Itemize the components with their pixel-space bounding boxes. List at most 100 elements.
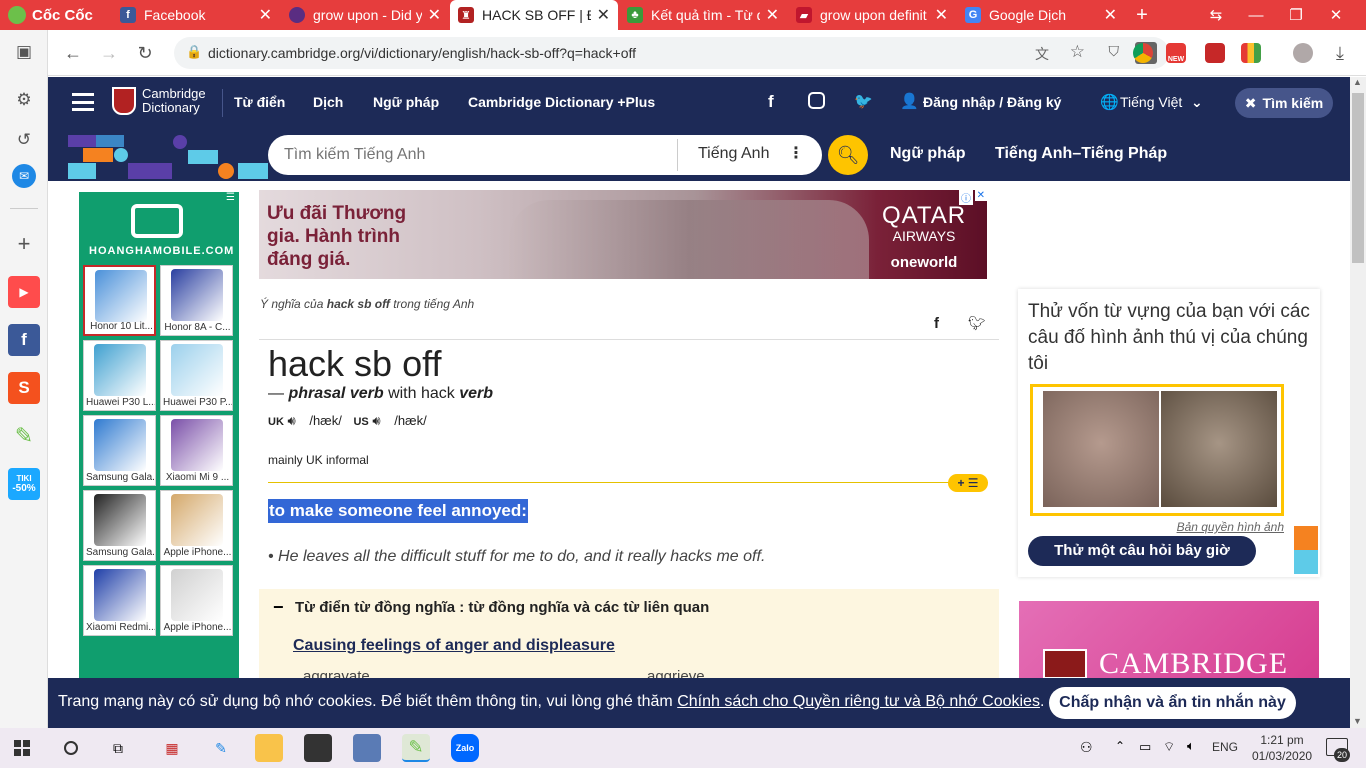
- scroll-thumb[interactable]: [1352, 93, 1364, 263]
- tab-list-icon[interactable]: ⇆: [1196, 0, 1236, 30]
- facebook-icon[interactable]: f: [8, 324, 40, 356]
- instagram-icon[interactable]: [808, 92, 825, 109]
- ad-menu-icon[interactable]: ☰: [226, 192, 235, 203]
- thesaurus-word[interactable]: aggrieve: [647, 668, 705, 678]
- close-icon[interactable]: ✕: [1104, 5, 1117, 25]
- tab-grow-upon-def[interactable]: ▰ grow upon definit ✕: [788, 0, 956, 30]
- maximize-button[interactable]: ❐: [1276, 0, 1316, 30]
- app-icon[interactable]: ▦: [158, 734, 186, 762]
- thesaurus-word[interactable]: aggravate: [303, 668, 370, 678]
- chevron-down-icon[interactable]: ⌄: [1191, 94, 1203, 111]
- close-window-button[interactable]: ✕: [1316, 0, 1356, 30]
- language-select[interactable]: Tiếng Việt: [1120, 94, 1182, 110]
- tray-expand-icon[interactable]: ⌃: [1115, 739, 1125, 753]
- cookie-accept-button[interactable]: Chấp nhận và ẩn tin nhắn này: [1049, 687, 1296, 719]
- search-icon[interactable]: [57, 734, 85, 762]
- cookie-policy-link[interactable]: Chính sách cho Quyền riêng tư và Bộ nhớ …: [677, 693, 1040, 710]
- shopee-icon[interactable]: S: [8, 372, 40, 404]
- volume-icon[interactable]: 🔈︎: [1187, 738, 1195, 754]
- add-icon[interactable]: +: [8, 228, 40, 260]
- close-icon[interactable]: ✕: [428, 5, 441, 25]
- close-icon[interactable]: ✕: [259, 5, 272, 25]
- back-button[interactable]: ←: [58, 38, 88, 68]
- share-facebook-icon[interactable]: f: [934, 315, 939, 332]
- search-link-grammar[interactable]: Ngữ pháp: [890, 145, 966, 163]
- sidebar-panel-icon[interactable]: ▣: [8, 36, 40, 68]
- avatar[interactable]: [1293, 43, 1313, 63]
- phone-product[interactable]: Apple iPhone...: [160, 490, 233, 561]
- uk-audio-icon[interactable]: 🔊︎: [288, 413, 296, 428]
- file-explorer-icon[interactable]: [255, 734, 283, 762]
- tab-facebook[interactable]: f Facebook ✕: [112, 0, 280, 30]
- coccoc-taskbar-icon[interactable]: ✎: [402, 734, 430, 762]
- ad-close-icon[interactable]: ✕: [974, 190, 987, 201]
- twitter-icon[interactable]: 🐦: [854, 92, 873, 110]
- user-icon[interactable]: 👤: [900, 92, 919, 110]
- network-icon[interactable]: ⌔: [1163, 739, 1175, 755]
- downloads-button[interactable]: ⤓: [1325, 38, 1355, 68]
- nav-translate[interactable]: Dịch: [313, 94, 343, 110]
- close-icon[interactable]: ✕: [766, 5, 779, 25]
- bookmark-star-icon[interactable]: ☆: [1070, 42, 1085, 62]
- phone-product[interactable]: Xiaomi Redmi...: [83, 565, 156, 636]
- shield-icon[interactable]: ⛉: [1109, 43, 1120, 60]
- phone-ad[interactable]: HOANGHAMOBILE.COM ☰ Honor 10 Lit... Honor…: [79, 192, 239, 678]
- tab-grow-upon[interactable]: grow upon - Did y ✕: [281, 0, 449, 30]
- url-bar[interactable]: 🔒 dictionary.cambridge.org/vi/dictionary…: [174, 37, 1169, 69]
- people-icon[interactable]: ⚇: [1080, 739, 1093, 756]
- tiki-badge[interactable]: TIKI -50%: [8, 468, 40, 500]
- qatar-ad[interactable]: Ưu đãi Thương gia. Hành trình đáng giá. …: [259, 190, 987, 279]
- dictionary-select[interactable]: Tiếng Anh: [698, 145, 769, 163]
- windows-start-icon[interactable]: [8, 734, 36, 762]
- close-search-button[interactable]: ✖ Tìm kiếm: [1235, 88, 1333, 118]
- new-tab-button[interactable]: +: [1122, 0, 1162, 30]
- settings-icon[interactable]: ⚙: [8, 84, 40, 116]
- phone-product[interactable]: Honor 10 Lit...: [83, 265, 156, 336]
- snipping-icon[interactable]: [353, 734, 381, 762]
- cambridge-logo[interactable]: Cambridge Dictionary: [112, 87, 206, 115]
- minimize-button[interactable]: —: [1236, 0, 1276, 30]
- thesaurus-title[interactable]: Từ điển từ đồng nghĩa : từ đồng nghĩa và…: [295, 599, 709, 616]
- phone-product[interactable]: Huawei P30 P...: [160, 340, 233, 411]
- thesaurus-topic[interactable]: Causing feelings of anger and displeasur…: [293, 637, 615, 655]
- facebook-icon[interactable]: f: [768, 92, 774, 112]
- scroll-down-icon[interactable]: ▼: [1353, 716, 1362, 726]
- quiz-image-frame[interactable]: [1030, 384, 1284, 516]
- paint-icon[interactable]: ✎: [207, 734, 235, 762]
- expand-list-button[interactable]: + ☰: [948, 474, 988, 492]
- youtube-icon[interactable]: ▶: [8, 276, 40, 308]
- scroll-up-icon[interactable]: ▲: [1353, 77, 1362, 87]
- image-credit[interactable]: Bản quyền hình ảnh: [1177, 520, 1284, 534]
- task-view-icon[interactable]: ⧉: [104, 734, 132, 762]
- tab-ket-qua[interactable]: ♣ Kết quả tìm - Từ đ ✕: [619, 0, 787, 30]
- phone-product[interactable]: Samsung Gala...: [83, 415, 156, 486]
- close-icon[interactable]: ✕: [597, 5, 610, 25]
- tab-google-dich[interactable]: G Google Dịch ✕: [957, 0, 1125, 30]
- history-icon[interactable]: ↺: [8, 124, 40, 156]
- us-audio-icon[interactable]: 🔊︎: [372, 413, 380, 428]
- battery-icon[interactable]: ▭: [1139, 739, 1151, 755]
- page-scrollbar[interactable]: ▲ ▼: [1350, 77, 1366, 728]
- more-vertical-icon[interactable]: ⋮: [788, 143, 804, 163]
- globe-icon[interactable]: 🌐: [1100, 93, 1119, 111]
- translate-page-icon[interactable]: 文: [1035, 44, 1049, 64]
- nav-plus[interactable]: Cambridge Dictionary +Plus: [468, 94, 655, 110]
- coccoc-leaf-icon[interactable]: ✎: [8, 420, 40, 452]
- quiz-button[interactable]: Thử một câu hỏi bây giờ: [1028, 536, 1256, 566]
- messenger-icon[interactable]: ✉: [12, 164, 36, 188]
- new-extension-icon[interactable]: NEW: [1166, 43, 1186, 63]
- tab-hack-sb-off[interactable]: ♜ HACK SB OFF | Địn ✕: [450, 0, 618, 30]
- forward-button[interactable]: →: [94, 38, 124, 68]
- reload-button[interactable]: ↻: [130, 38, 160, 68]
- coccoc-logo[interactable]: Cốc Cốc: [8, 5, 93, 25]
- share-twitter-icon[interactable]: 🐦︎: [968, 315, 986, 332]
- login-link[interactable]: Đăng nhập / Đăng ký: [923, 94, 1061, 110]
- nav-dictionary[interactable]: Từ điển: [234, 94, 285, 110]
- phone-product[interactable]: Huawei P30 L...: [83, 340, 156, 411]
- adchoices-icon[interactable]: ⓘ: [959, 190, 973, 205]
- phone-product[interactable]: Xiaomi Mi 9 ...: [160, 415, 233, 486]
- phone-product[interactable]: Samsung Gala...: [83, 490, 156, 561]
- search-button[interactable]: 🔍︎: [828, 135, 868, 175]
- clock[interactable]: 1:21 pm 01/03/2020: [1252, 732, 1312, 764]
- menu-icon[interactable]: [72, 93, 94, 111]
